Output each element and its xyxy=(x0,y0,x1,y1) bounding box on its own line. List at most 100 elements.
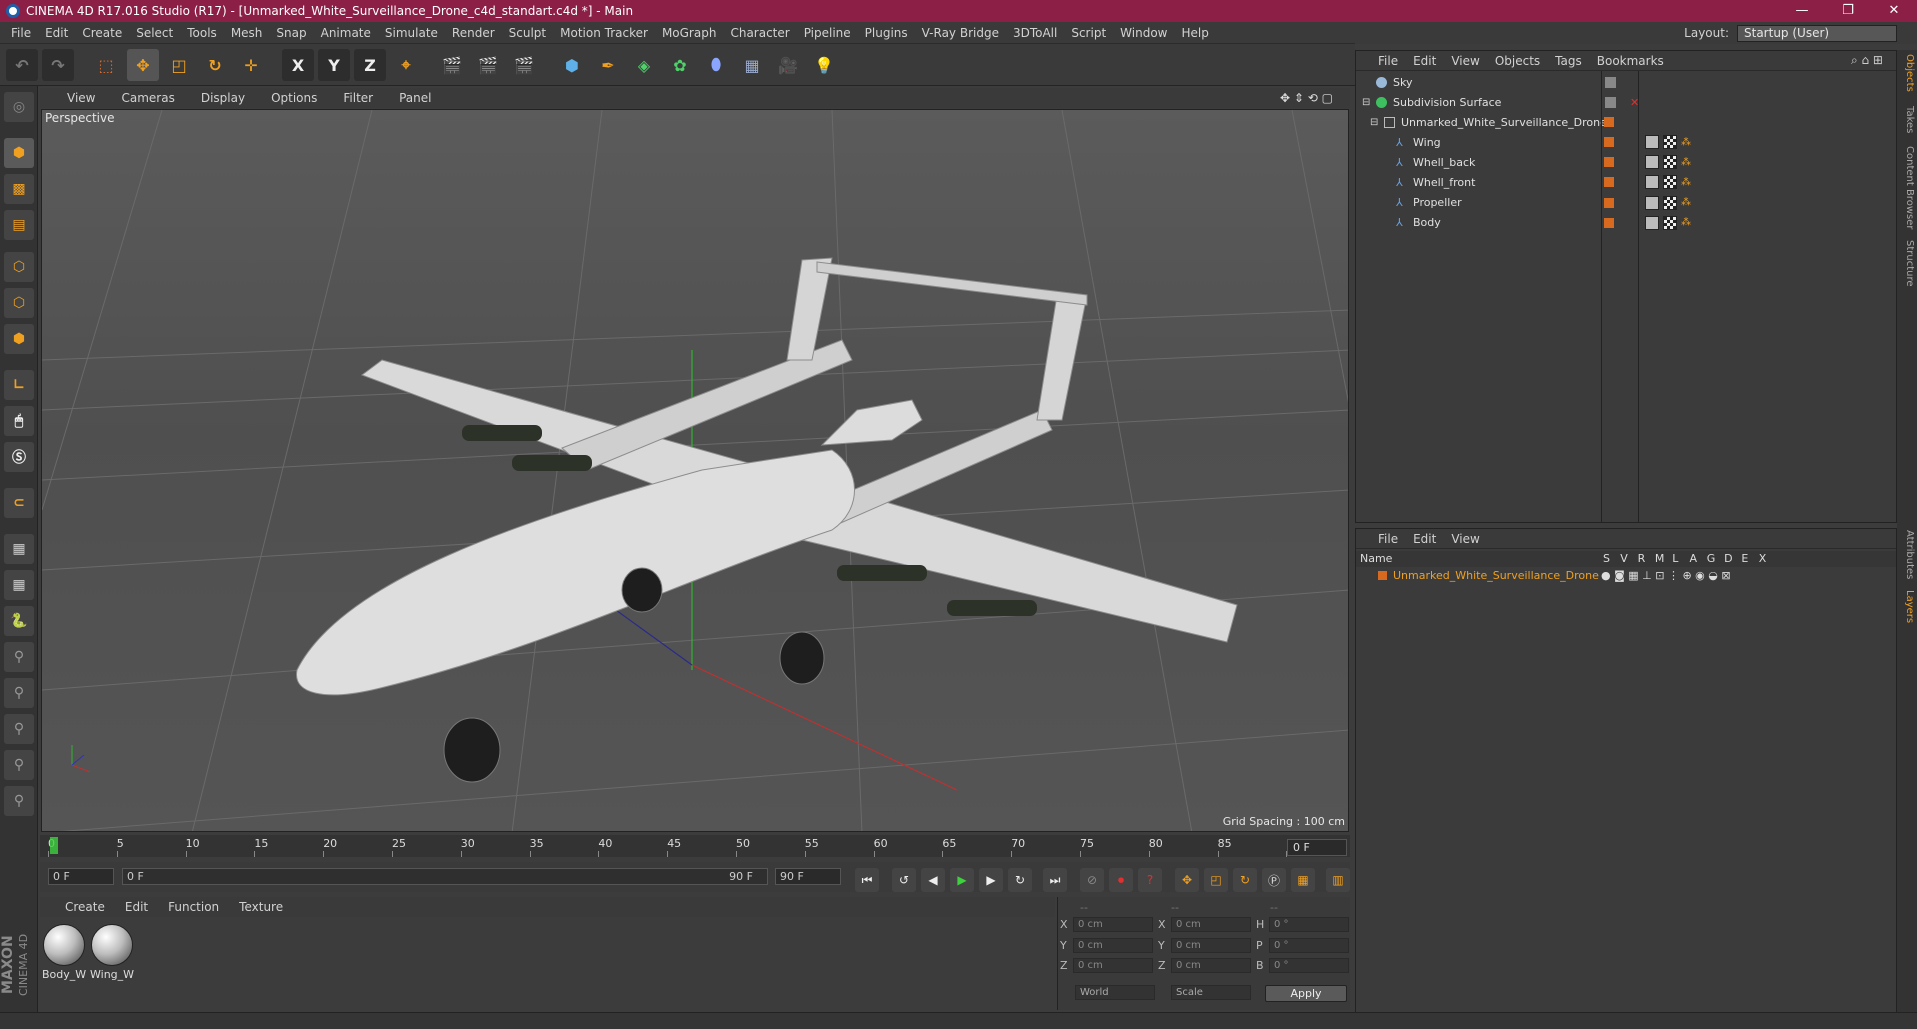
model-mode-button[interactable]: ⬢ xyxy=(4,138,34,168)
layer-column-a[interactable]: A xyxy=(1690,552,1698,565)
coord-size-mode-select[interactable]: Scale xyxy=(1171,985,1251,1000)
x-axis-button[interactable]: X xyxy=(282,49,314,81)
key-position-button[interactable]: ✥ xyxy=(1175,868,1199,892)
sculpt-grab-button[interactable]: ⚲ xyxy=(4,750,34,780)
autokey-button[interactable]: ⏺ xyxy=(1109,868,1133,892)
light-button[interactable]: 💡 xyxy=(808,49,840,81)
om-search-icon[interactable]: ⌕ ⌂ ⊞ xyxy=(1851,53,1883,68)
coord-value-field[interactable]: 0 ° xyxy=(1269,917,1349,932)
material-tag-icon[interactable]: ⁂ xyxy=(1681,197,1691,208)
menu-mograph[interactable]: MoGraph xyxy=(662,26,717,40)
menu-vray-bridge[interactable]: V-Ray Bridge xyxy=(922,26,999,40)
mat-menu-texture[interactable]: Texture xyxy=(239,900,283,914)
enable-snap-button[interactable]: ⊂ xyxy=(4,488,34,518)
layer-column-name[interactable]: Name xyxy=(1360,552,1392,565)
side-tab-layers[interactable]: Layers xyxy=(1899,590,1915,623)
menu-render[interactable]: Render xyxy=(452,26,495,40)
vp-menu-options[interactable]: Options xyxy=(271,91,317,105)
material-item[interactable]: Body_W xyxy=(42,924,86,981)
planar-workplane-button[interactable]: ▦ xyxy=(4,570,34,600)
mograph-cloner-button[interactable]: ✿ xyxy=(664,49,696,81)
coord-value-field[interactable]: 0 cm xyxy=(1171,917,1251,932)
phong-tag-icon[interactable] xyxy=(1645,175,1659,190)
axis-mode-button[interactable]: ∟ xyxy=(4,370,34,400)
minimize-button[interactable]: — xyxy=(1779,0,1825,22)
material-item[interactable]: Wing_W xyxy=(90,924,134,981)
drone-model[interactable] xyxy=(296,257,1238,783)
render-view-button[interactable]: 🎬 xyxy=(436,49,468,81)
layer-column-d[interactable]: D xyxy=(1724,552,1732,565)
timeline-window-button[interactable]: ▥ xyxy=(1326,868,1350,892)
menu-simulate[interactable]: Simulate xyxy=(385,26,438,40)
vp-menu-display[interactable]: Display xyxy=(201,91,245,105)
texture-tag-icon[interactable] xyxy=(1663,135,1677,149)
phong-tag-icon[interactable] xyxy=(1645,155,1659,170)
menu-create[interactable]: Create xyxy=(82,26,122,40)
frame-range-slider[interactable]: 0 F 90 F xyxy=(122,868,768,885)
lock-workplane-button[interactable]: ▦ xyxy=(4,534,34,564)
layout-select[interactable]: Startup (User) xyxy=(1737,24,1897,42)
keyframe-selection-button[interactable]: ? xyxy=(1138,868,1162,892)
polygons-mode-button[interactable]: ⬢ xyxy=(4,324,34,354)
key-scale-button[interactable]: ◰ xyxy=(1204,868,1228,892)
side-tab-structure[interactable]: Structure xyxy=(1899,240,1915,287)
snap-button[interactable]: Ⓢ xyxy=(4,442,34,472)
lm-menu-view[interactable]: View xyxy=(1451,532,1479,546)
maximize-button[interactable]: ❐ xyxy=(1825,0,1871,22)
end-frame-field[interactable]: 90 F xyxy=(775,868,841,885)
om-menu-bookmarks[interactable]: Bookmarks xyxy=(1597,54,1664,68)
mat-menu-create[interactable]: Create xyxy=(65,900,105,914)
floor-button[interactable]: ▦ xyxy=(736,49,768,81)
next-key-button[interactable]: ↻ xyxy=(1008,868,1032,892)
menu-select[interactable]: Select xyxy=(136,26,173,40)
layer-column-s[interactable]: S xyxy=(1603,552,1610,565)
mat-menu-function[interactable]: Function xyxy=(168,900,219,914)
play-button[interactable]: ▶ xyxy=(950,868,974,892)
expand-toggle-icon[interactable]: ⊟ xyxy=(1370,117,1378,128)
expand-toggle-icon[interactable]: ⊟ xyxy=(1362,97,1370,108)
om-menu-edit[interactable]: Edit xyxy=(1413,54,1436,68)
menu-character[interactable]: Character xyxy=(730,26,789,40)
material-tag-icon[interactable]: ⁂ xyxy=(1681,217,1691,228)
object-row-drone[interactable]: ⊟ Unmarked_White_Surveillance_Drone xyxy=(1356,112,1896,132)
coord-value-field[interactable]: 0 ° xyxy=(1269,958,1349,973)
coord-value-field[interactable]: 0 cm xyxy=(1073,917,1153,932)
material-tag-icon[interactable]: ⁂ xyxy=(1681,157,1691,168)
object-row[interactable]: ⅄ Body ⁂ xyxy=(1356,213,1896,233)
object-row[interactable]: ⅄ Whell_front ⁂ xyxy=(1356,172,1896,192)
transform-tool-button[interactable]: ✛ xyxy=(235,49,267,81)
side-tab-attributes[interactable]: Attributes xyxy=(1899,530,1915,579)
redo-button[interactable]: ↷ xyxy=(42,49,74,81)
coord-mode-select[interactable]: World xyxy=(1075,985,1155,1000)
move-tool-button[interactable]: ✥ xyxy=(127,49,159,81)
texture-tag-icon[interactable] xyxy=(1663,215,1677,230)
texture-tag-icon[interactable] xyxy=(1663,175,1677,190)
vp-menu-view[interactable]: View xyxy=(67,91,95,105)
menu-sculpt[interactable]: Sculpt xyxy=(509,26,546,40)
layer-flag-icons[interactable]: ● ◙ ▦ ⊥ ⊡ ⋮ ⊕ ◉ ◒ ⊠ xyxy=(1601,569,1731,582)
om-menu-objects[interactable]: Objects xyxy=(1495,54,1540,68)
object-row[interactable]: ⅄ Wing ⁂ xyxy=(1356,132,1896,152)
menu-plugins[interactable]: Plugins xyxy=(865,26,908,40)
record-keys-button[interactable]: ⊘ xyxy=(1080,868,1104,892)
menu-animate[interactable]: Animate xyxy=(321,26,371,40)
layer-column-v[interactable]: V xyxy=(1620,552,1628,565)
render-picture-viewer-button[interactable]: 🎬 xyxy=(472,49,504,81)
om-menu-view[interactable]: View xyxy=(1451,54,1479,68)
current-frame-field[interactable]: 0 F xyxy=(1287,839,1347,856)
coord-value-field[interactable]: 0 cm xyxy=(1073,937,1153,953)
3d-viewport[interactable] xyxy=(41,109,1349,832)
menu-motion-tracker[interactable]: Motion Tracker xyxy=(560,26,648,40)
side-tab-objects[interactable]: Objects xyxy=(1899,54,1915,92)
start-frame-field[interactable]: 0 F xyxy=(48,868,114,885)
coord-value-field[interactable]: 0 cm xyxy=(1171,937,1251,953)
layer-row[interactable]: Unmarked_White_Surveillance_Drone ● ◙ ▦ … xyxy=(1356,568,1896,584)
vp-menu-cameras[interactable]: Cameras xyxy=(121,91,174,105)
timeline-ruler[interactable]: 051015202530354045505560657075808590 xyxy=(40,835,1350,857)
python-button[interactable]: 🐍 xyxy=(4,606,34,636)
sculpt-pull-button[interactable]: ⚲ xyxy=(4,678,34,708)
menu-3dtoall[interactable]: 3DToAll xyxy=(1013,26,1057,40)
side-tab-content-browser[interactable]: Content Browser xyxy=(1899,146,1915,229)
vp-menu-panel[interactable]: Panel xyxy=(399,91,431,105)
texture-mode-button[interactable]: ▩ xyxy=(4,174,34,204)
